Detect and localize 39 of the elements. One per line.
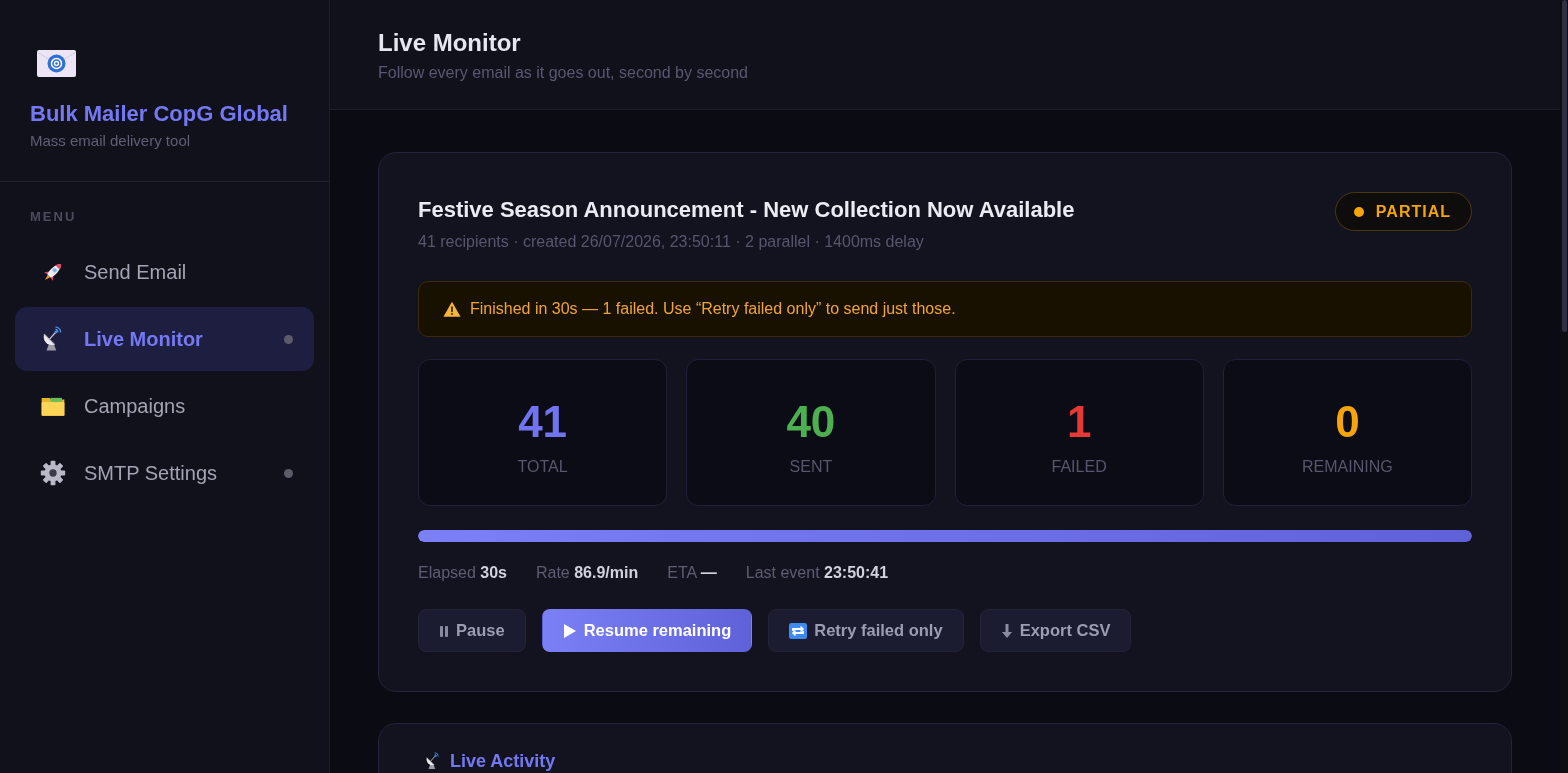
stat-value: 1 bbox=[1066, 399, 1092, 445]
page-subtitle: Follow every email as it goes out, second by second bbox=[378, 63, 749, 83]
stat-value: 40 bbox=[786, 399, 836, 445]
metric-text: Rate 86.9/min bbox=[535, 563, 639, 583]
stat-value: 41 bbox=[518, 399, 568, 445]
satellite-dish-icon bbox=[424, 752, 442, 770]
status-label: PARTIAL bbox=[1375, 202, 1451, 221]
warning-icon bbox=[443, 300, 461, 318]
nav-item[interactable]: SMTP Settings bbox=[15, 441, 314, 505]
retry-button[interactable]: Retry failed only bbox=[768, 609, 964, 652]
envelope-icon bbox=[37, 50, 76, 77]
stat-label: REMAINING bbox=[1302, 457, 1393, 477]
stat-label: FAILED bbox=[1051, 457, 1107, 477]
nav-item[interactable]: Live Monitor bbox=[15, 307, 314, 371]
pause-button[interactable]: Pause bbox=[418, 609, 526, 652]
menu-heading: MENU bbox=[29, 208, 78, 225]
alert-message: Finished in 30s — 1 failed. Use “Retry failed only” to send just those. bbox=[470, 300, 956, 318]
campaign-meta: 41 recipients · created 26/07/2026, 23:50:11 · 2 parallel · 1400ms delay bbox=[418, 232, 925, 252]
page-title: Live Monitor bbox=[378, 29, 522, 57]
stat-value: 0 bbox=[1335, 399, 1360, 445]
nav-item[interactable]: Send Email bbox=[15, 240, 314, 304]
gear-icon bbox=[40, 460, 66, 486]
campaign-title: Festive Season Announcement - New Collection Now Available bbox=[418, 196, 1075, 224]
status-dot bbox=[1353, 206, 1364, 217]
play-icon bbox=[562, 622, 577, 639]
section-title: Live Activity bbox=[450, 751, 556, 771]
stat-label: SENT bbox=[789, 457, 833, 477]
metric-text: ETA — bbox=[667, 563, 717, 583]
scrollbar-thumb[interactable] bbox=[1561, 0, 1567, 332]
app-title: Bulk Mailer CopG Global bbox=[30, 101, 289, 127]
repeat-icon bbox=[789, 622, 808, 639]
download-icon bbox=[1000, 622, 1013, 639]
stat-label: TOTAL bbox=[517, 457, 568, 477]
metric-text: Last event 23:50:41 bbox=[745, 563, 889, 583]
nav-item[interactable]: Campaigns bbox=[15, 374, 314, 438]
resume-button[interactable]: Resume remaining bbox=[541, 609, 753, 652]
export-button[interactable]: Export CSV bbox=[979, 609, 1132, 652]
app-subtitle: Mass email delivery tool bbox=[30, 131, 192, 151]
metric-text: Elapsed 30s bbox=[418, 563, 507, 583]
